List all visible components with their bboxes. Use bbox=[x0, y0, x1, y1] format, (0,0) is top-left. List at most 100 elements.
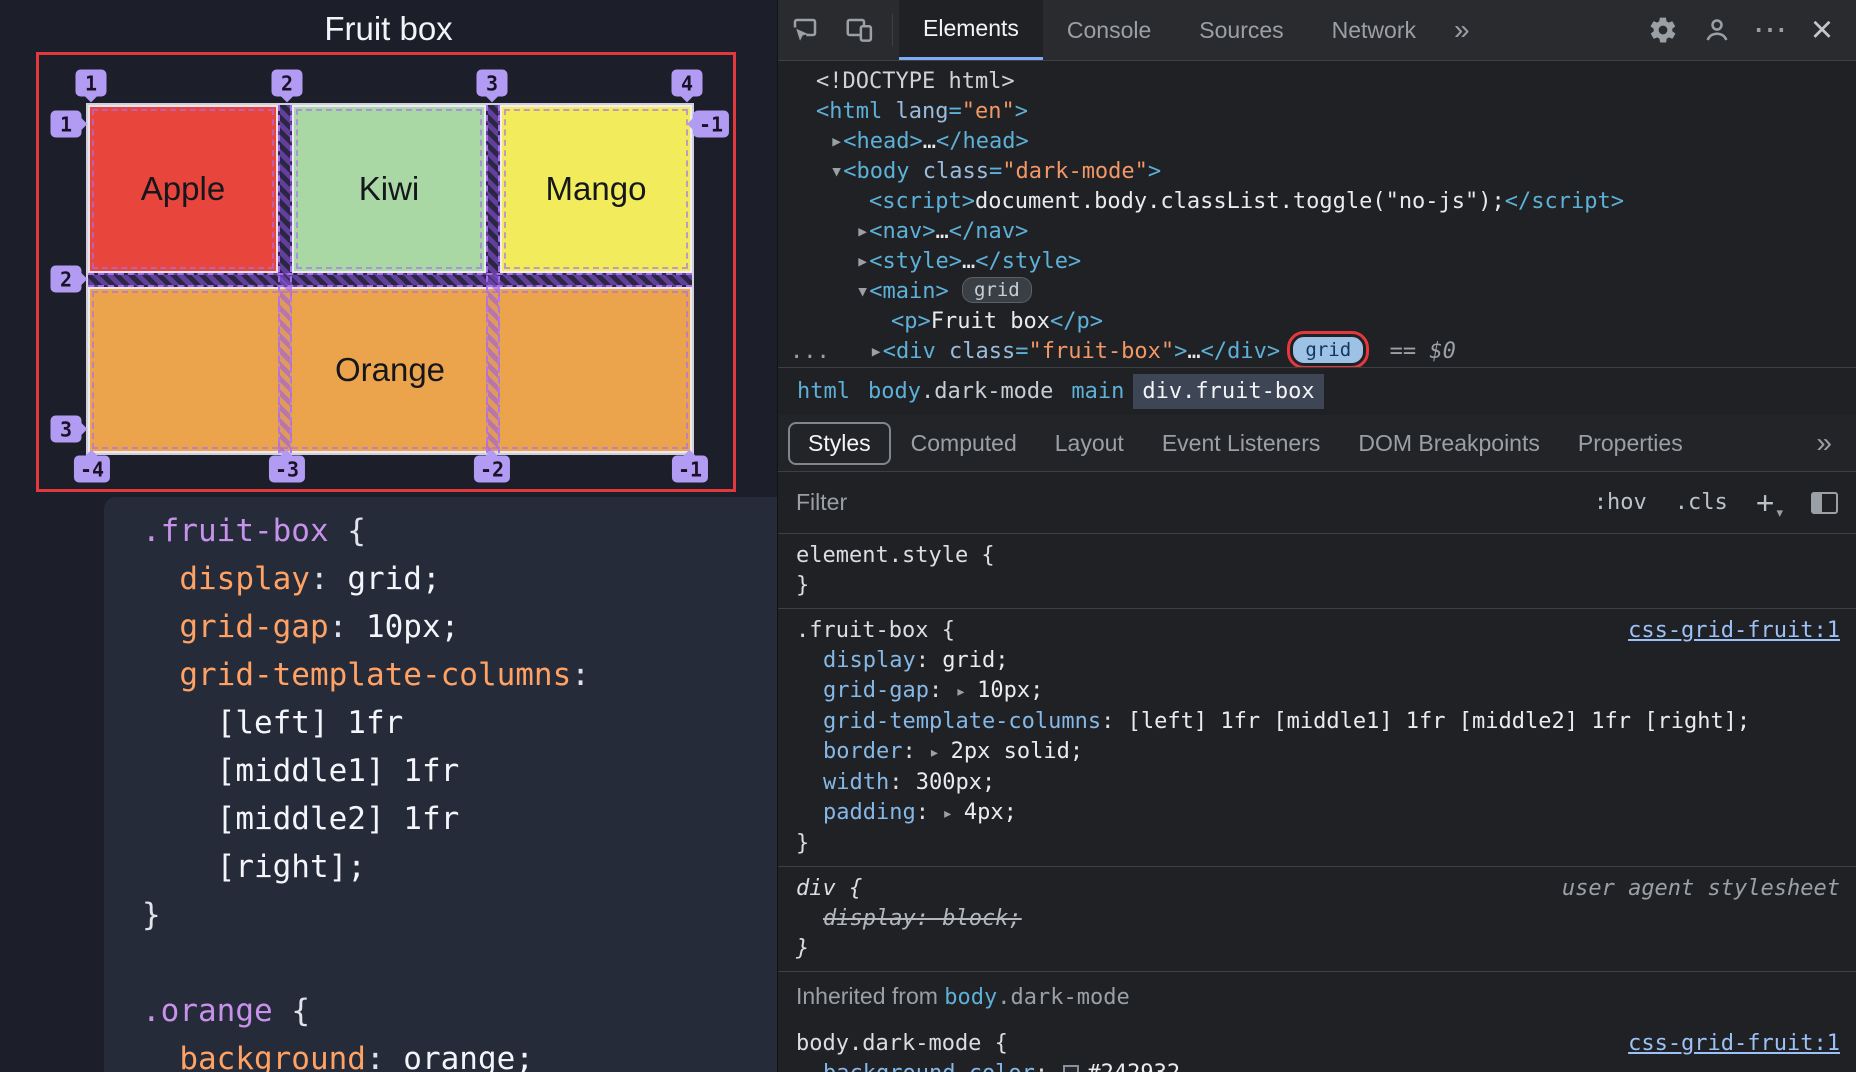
tab-layout[interactable]: Layout bbox=[1037, 424, 1142, 463]
breadcrumb-tag: html bbox=[797, 379, 850, 404]
person-icon[interactable] bbox=[1690, 0, 1744, 60]
syntax-token: <main> bbox=[869, 279, 949, 304]
style-declaration[interactable]: } bbox=[778, 829, 1856, 859]
style-declaration[interactable]: display: grid; bbox=[778, 646, 1856, 676]
syntax-token bbox=[142, 1041, 179, 1072]
breadcrumb-class: .fruit-box bbox=[1182, 379, 1315, 404]
expand-shorthand-arrow[interactable]: ▸ bbox=[955, 681, 977, 702]
collapse-arrow[interactable]: ▾ bbox=[830, 159, 843, 184]
demo-page: Fruit box Apple Kiwi Mango Orange 1 2 3 … bbox=[0, 0, 777, 1072]
syntax-token: 4px; bbox=[963, 800, 1017, 825]
expand-arrow[interactable]: ▸ bbox=[830, 129, 843, 154]
dom-node-line[interactable]: <script>document.body.classList.toggle("… bbox=[778, 187, 1856, 217]
tab-elements[interactable]: Elements bbox=[899, 0, 1043, 60]
style-declaration[interactable]: width: 300px; bbox=[778, 768, 1856, 798]
style-declaration[interactable]: display: block; bbox=[778, 904, 1856, 934]
syntax-token: display bbox=[179, 561, 310, 597]
style-declaration[interactable]: grid-gap: ▸ 10px; bbox=[778, 676, 1856, 707]
more-menu-icon[interactable]: ⋯ bbox=[1744, 0, 1796, 60]
syntax-token: : bbox=[915, 648, 943, 673]
stylesheet-source-link[interactable]: css-grid-fruit:1 bbox=[1628, 618, 1840, 643]
expand-shorthand-arrow[interactable]: ▸ bbox=[929, 742, 951, 763]
tab-properties[interactable]: Properties bbox=[1560, 424, 1701, 463]
dom-node-line[interactable]: ▸<head>…</head> bbox=[778, 127, 1856, 157]
element-classes-button[interactable]: .cls bbox=[1675, 490, 1728, 515]
more-tabs-icon[interactable]: » bbox=[1440, 0, 1484, 60]
breadcrumb-item-div.fruit-box[interactable]: div.fruit-box bbox=[1133, 374, 1324, 409]
grid-line-number-badge: 1 bbox=[50, 110, 82, 138]
new-rule-caret-icon: ▾ bbox=[1776, 505, 1783, 520]
style-declaration[interactable]: background-color: #242932 bbox=[778, 1059, 1856, 1072]
stylesheet-source-link[interactable]: css-grid-fruit:1 bbox=[1628, 1031, 1840, 1056]
collapse-arrow[interactable]: ▾ bbox=[856, 279, 869, 304]
dom-node-line[interactable]: ▸<nav>…</nav> bbox=[778, 217, 1856, 247]
code-line: display: grid; bbox=[142, 555, 777, 603]
tab-dom-breakpoints[interactable]: DOM Breakpoints bbox=[1340, 424, 1558, 463]
dom-node-line[interactable]: <!DOCTYPE html> bbox=[778, 67, 1856, 97]
styles-filter-input[interactable] bbox=[796, 489, 1566, 516]
declaration-text: } bbox=[796, 934, 809, 964]
style-declaration[interactable]: .fruit-box { css-grid-fruit:1 bbox=[778, 616, 1856, 646]
dom-node-line[interactable]: <p>Fruit box</p> bbox=[778, 307, 1856, 337]
syntax-token: background-color bbox=[823, 1061, 1035, 1072]
icon-glyph bbox=[793, 18, 817, 41]
style-declaration[interactable]: element.style { bbox=[778, 541, 1856, 571]
device-toolbar-icon[interactable] bbox=[832, 0, 886, 60]
body-dark-mode-rule: body.dark-mode {css-grid-fruit:1 backgrou… bbox=[778, 1022, 1856, 1072]
syntax-token: <style> bbox=[869, 249, 962, 274]
declaration-text: width: 300px; bbox=[823, 768, 995, 798]
expand-arrow[interactable]: ▸ bbox=[870, 339, 883, 364]
style-declaration[interactable]: } bbox=[778, 571, 1856, 601]
breadcrumb-item-body.dark-mode[interactable]: body.dark-mode bbox=[859, 374, 1062, 409]
dom-node-line[interactable]: <html lang="en"> bbox=[778, 97, 1856, 127]
toggle-element-state-button[interactable]: :hov bbox=[1594, 490, 1647, 515]
syntax-token: 2px solid; bbox=[950, 739, 1084, 764]
syntax-token: <nav> bbox=[869, 219, 936, 244]
tab-event-listeners[interactable]: Event Listeners bbox=[1144, 424, 1339, 463]
syntax-token: grid; bbox=[942, 648, 1009, 673]
computed-sidebar-toggle-icon[interactable] bbox=[1811, 491, 1838, 514]
grid-badge[interactable]: grid bbox=[1287, 331, 1370, 367]
tab-computed[interactable]: Computed bbox=[893, 424, 1035, 463]
expand-arrow[interactable]: ▸ bbox=[856, 219, 869, 244]
dom-node-line[interactable]: ▾<body class="dark-mode"> bbox=[778, 157, 1856, 187]
tab-sources[interactable]: Sources bbox=[1175, 0, 1307, 60]
grid-badge[interactable]: grid bbox=[961, 277, 1032, 303]
style-declaration[interactable]: div {user agent stylesheet bbox=[778, 874, 1856, 904]
tab-styles[interactable]: Styles bbox=[788, 421, 891, 465]
gear-icon[interactable] bbox=[1636, 0, 1690, 60]
breadcrumb-item-html[interactable]: html bbox=[788, 374, 859, 409]
expand-shorthand-arrow[interactable]: ▸ bbox=[942, 803, 964, 824]
inherited-from-node-link[interactable]: body.dark-mode bbox=[944, 985, 1129, 1010]
inspect-icon[interactable] bbox=[778, 0, 832, 60]
style-declaration[interactable]: body.dark-mode {css-grid-fruit:1 bbox=[778, 1029, 1856, 1059]
tab-network[interactable]: Network bbox=[1308, 0, 1440, 60]
syntax-token: <p> bbox=[891, 309, 931, 334]
syntax-token: </head> bbox=[935, 129, 1029, 154]
new-style-rule-button[interactable]: + bbox=[1756, 487, 1775, 519]
more-panel-tabs-icon[interactable]: » bbox=[1816, 427, 1846, 459]
style-declaration[interactable]: border: ▸ 2px solid; bbox=[778, 737, 1856, 768]
style-declaration[interactable]: grid-template-columns: [left] 1fr [middl… bbox=[778, 707, 1856, 737]
syntax-token bbox=[830, 339, 870, 364]
dom-node-line[interactable]: ▸<style>…</style> bbox=[778, 247, 1856, 277]
declaration-text: div { bbox=[796, 874, 862, 904]
dom-node-line[interactable]: ... ▸<div class="fruit-box">…</div> grid… bbox=[778, 331, 1856, 367]
syntax-token: } bbox=[796, 936, 810, 961]
fruit-box-rule: .fruit-box { css-grid-fruit:1 display: gri… bbox=[778, 608, 1856, 866]
style-declaration[interactable]: padding: ▸ 4px; bbox=[778, 798, 1856, 829]
close-icon[interactable]: × bbox=[1796, 0, 1848, 60]
code-line: grid-gap: 10px; bbox=[142, 603, 777, 651]
grid-line-number-badge: -1 bbox=[692, 110, 730, 138]
syntax-token: > bbox=[1014, 99, 1028, 124]
declaration-text: .fruit-box { bbox=[796, 616, 955, 646]
node-more-actions[interactable]: ... bbox=[790, 339, 830, 364]
page-title: Fruit box bbox=[324, 10, 453, 47]
breadcrumb-item-main[interactable]: main bbox=[1062, 374, 1133, 409]
dom-node-line[interactable]: ▾<main> grid bbox=[778, 277, 1856, 307]
expand-arrow[interactable]: ▸ bbox=[856, 249, 869, 274]
style-declaration[interactable]: } bbox=[778, 934, 1856, 964]
syntax-token: <div bbox=[882, 339, 936, 364]
syntax-token: [middle2] 1fr bbox=[142, 801, 460, 837]
tab-console[interactable]: Console bbox=[1043, 0, 1175, 60]
